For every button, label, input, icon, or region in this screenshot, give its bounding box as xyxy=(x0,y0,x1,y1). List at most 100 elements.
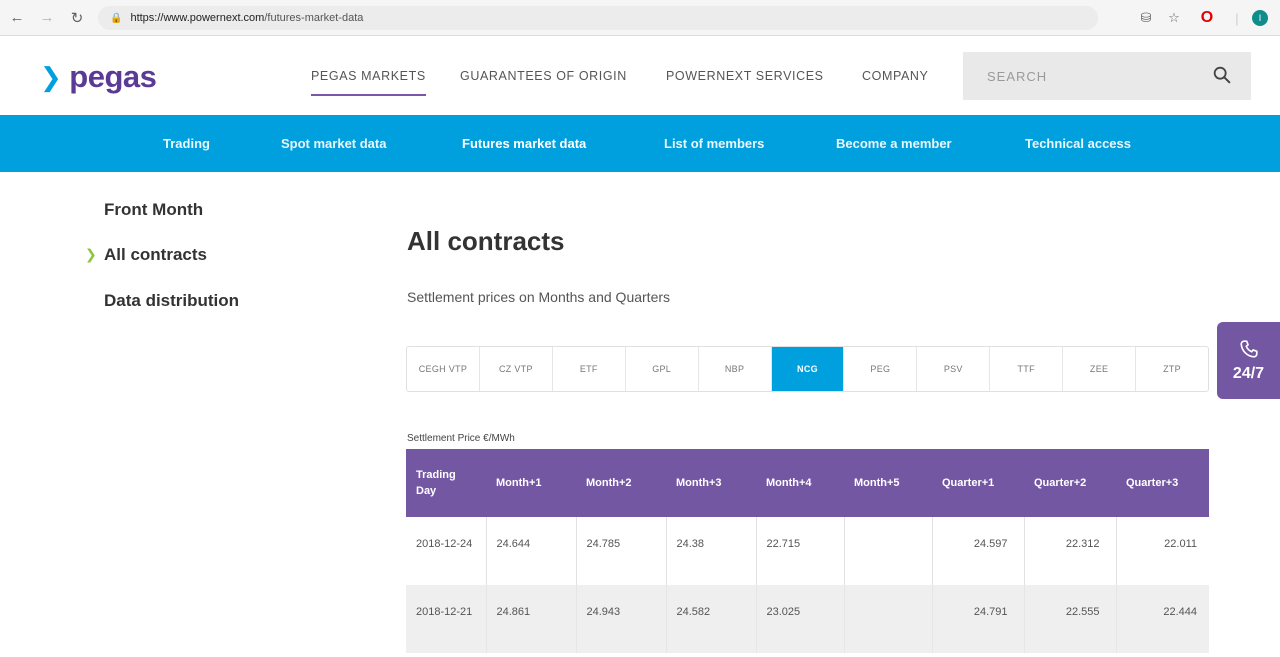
hub-tab-zee[interactable]: ZEE xyxy=(1063,347,1137,391)
hub-tab-label: ETF xyxy=(579,364,598,374)
profile-avatar[interactable]: I xyxy=(1250,8,1270,28)
price-cell: 24.597 xyxy=(931,517,1024,585)
topnav-label: PEGAS MARKETS xyxy=(311,69,426,83)
search-input[interactable]: SEARCH xyxy=(963,52,1251,100)
hub-tab-label: GPL xyxy=(652,364,672,374)
subnav-label: List of members xyxy=(664,136,765,151)
price-cell: 24.785 xyxy=(575,517,666,585)
topnav-powernext-services[interactable]: POWERNEXT SERVICES xyxy=(666,37,824,115)
reload-icon[interactable]: ↻ xyxy=(64,5,90,31)
subnav-spot-market-data[interactable]: Spot market data xyxy=(281,115,386,172)
hub-tab-label: ZTP xyxy=(1163,364,1181,374)
price-cell: 22.715 xyxy=(755,517,844,585)
hub-tab-cz-vtp[interactable]: CZ VTP xyxy=(480,347,553,391)
toolbar-separator: | xyxy=(1235,10,1239,26)
sidebar-item-label: Data distribution xyxy=(104,291,240,310)
column-header: Trading Day xyxy=(406,449,486,517)
sidebar-item-data-distribution[interactable]: Data distribution xyxy=(104,291,239,311)
price-cell: 24.582 xyxy=(665,585,756,653)
price-cell: 24.943 xyxy=(575,585,666,653)
topnav-pegas-markets[interactable]: PEGAS MARKETS xyxy=(301,37,436,115)
subnav-list-of-members[interactable]: List of members xyxy=(664,115,764,172)
trading-day-cell: 2018-12-24 xyxy=(406,517,486,585)
column-header: Month+1 xyxy=(486,449,576,517)
table-caption: Settlement Price €/MWh xyxy=(407,433,515,444)
sidebar-item-all-contracts[interactable]: All contracts xyxy=(104,245,207,265)
opera-extension-icon[interactable]: O xyxy=(1197,8,1217,28)
topnav-guarantees-of-origin[interactable]: GUARANTEES OF ORIGIN xyxy=(460,37,627,115)
topnav-label: COMPANY xyxy=(862,69,929,83)
subnav-trading[interactable]: Trading xyxy=(163,115,210,172)
settlement-price-table: Trading Day Month+1 Month+2 Month+3 Mont… xyxy=(406,449,1209,653)
hub-tab-label: NBP xyxy=(724,364,745,374)
hub-tab-label: PSV xyxy=(943,364,963,374)
hub-tab-peg[interactable]: PEG xyxy=(844,347,918,391)
price-cell: 22.011 xyxy=(1115,517,1209,585)
hub-tab-label: TTF xyxy=(1017,364,1035,374)
subnav-futures-market-data[interactable]: Futures market data xyxy=(462,115,586,172)
table-header-row: Trading Day Month+1 Month+2 Month+3 Mont… xyxy=(406,449,1209,517)
hub-tab-psv[interactable]: PSV xyxy=(917,347,991,391)
price-cell: 24.791 xyxy=(931,585,1024,653)
subnav-label: Technical access xyxy=(1025,136,1131,151)
hub-tab-label: ZEE xyxy=(1089,364,1109,374)
sidebar-item-label: Front Month xyxy=(104,200,204,219)
hub-tab-ztp[interactable]: ZTP xyxy=(1136,347,1208,391)
column-header: Month+4 xyxy=(756,449,844,517)
price-cell: 23.025 xyxy=(755,585,844,653)
topnav-label: POWERNEXT SERVICES xyxy=(666,69,824,83)
topnav-company[interactable]: COMPANY xyxy=(862,37,928,115)
hub-tab-gpl[interactable]: GPL xyxy=(626,347,699,391)
support-label: 24/7 xyxy=(1232,365,1265,382)
search-placeholder: SEARCH xyxy=(987,68,1048,84)
phone-icon xyxy=(1239,340,1258,358)
column-header: Month+5 xyxy=(844,449,932,517)
translate-icon[interactable]: ⛁ xyxy=(1136,8,1156,28)
url-host: https://www.powernext.com xyxy=(130,12,265,24)
profile-initial: I xyxy=(1252,10,1268,26)
column-header: Quarter+1 xyxy=(932,449,1024,517)
price-cell xyxy=(843,517,932,585)
forward-icon[interactable]: → xyxy=(34,5,60,31)
site-header: ❯ pegas PEGAS MARKETS GUARANTEES OF ORIG… xyxy=(0,37,1280,115)
bookmark-star-icon[interactable]: ☆ xyxy=(1164,8,1184,28)
hub-tab-label: NCG xyxy=(797,364,818,374)
subnav-label: Trading xyxy=(163,136,210,151)
trading-day-cell: 2018-12-21 xyxy=(406,585,486,653)
support-24-7-button[interactable]: 24/7 xyxy=(1217,322,1280,399)
pegas-logo[interactable]: ❯ pegas xyxy=(40,59,157,95)
hub-tab-cegh-vtp[interactable]: CEGH VTP xyxy=(407,347,480,391)
price-cell: 22.555 xyxy=(1023,585,1116,653)
hub-tab-ttf[interactable]: TTF xyxy=(990,347,1064,391)
hub-tab-label: CEGH VTP xyxy=(418,364,468,374)
lock-icon: 🔒 xyxy=(110,12,123,24)
search-icon[interactable] xyxy=(1211,64,1233,86)
column-header: Quarter+2 xyxy=(1024,449,1116,517)
back-icon[interactable]: ← xyxy=(4,5,30,31)
sidebar-active-chevron-icon: ❯ xyxy=(85,246,97,262)
column-header: Month+3 xyxy=(666,449,756,517)
price-cell: 22.444 xyxy=(1115,585,1209,653)
subnav-technical-access[interactable]: Technical access xyxy=(1025,115,1131,172)
subnav-label: Become a member xyxy=(836,136,952,151)
sidebar-item-front-month[interactable]: Front Month xyxy=(104,200,203,220)
price-cell: 24.644 xyxy=(485,517,576,585)
hub-tab-bar: CEGH VTP CZ VTP ETF GPL NBP NCG PEG PSV … xyxy=(406,346,1209,392)
address-bar[interactable]: 🔒 https://www.powernext.com/futures-mark… xyxy=(98,6,1098,30)
sidebar-item-label: All contracts xyxy=(104,245,207,264)
logo-text: pegas xyxy=(69,59,157,94)
page-title: All contracts xyxy=(407,226,565,256)
hub-tab-label: PEG xyxy=(870,364,891,374)
subnav-become-a-member[interactable]: Become a member xyxy=(836,115,952,172)
hub-tab-ncg[interactable]: NCG xyxy=(771,347,845,391)
subnav-label: Futures market data xyxy=(462,136,587,151)
column-header: Quarter+3 xyxy=(1116,449,1209,517)
price-cell xyxy=(843,585,932,653)
browser-toolbar: ← → ↻ 🔒 https://www.powernext.com/future… xyxy=(0,0,1280,36)
price-cell: 24.38 xyxy=(665,517,756,585)
page-subtitle: Settlement prices on Months and Quarters xyxy=(407,289,671,305)
hub-tab-nbp[interactable]: NBP xyxy=(699,347,772,391)
hub-tab-etf[interactable]: ETF xyxy=(553,347,626,391)
topnav-label: GUARANTEES OF ORIGIN xyxy=(460,69,627,83)
hub-tab-label: CZ VTP xyxy=(498,364,533,374)
